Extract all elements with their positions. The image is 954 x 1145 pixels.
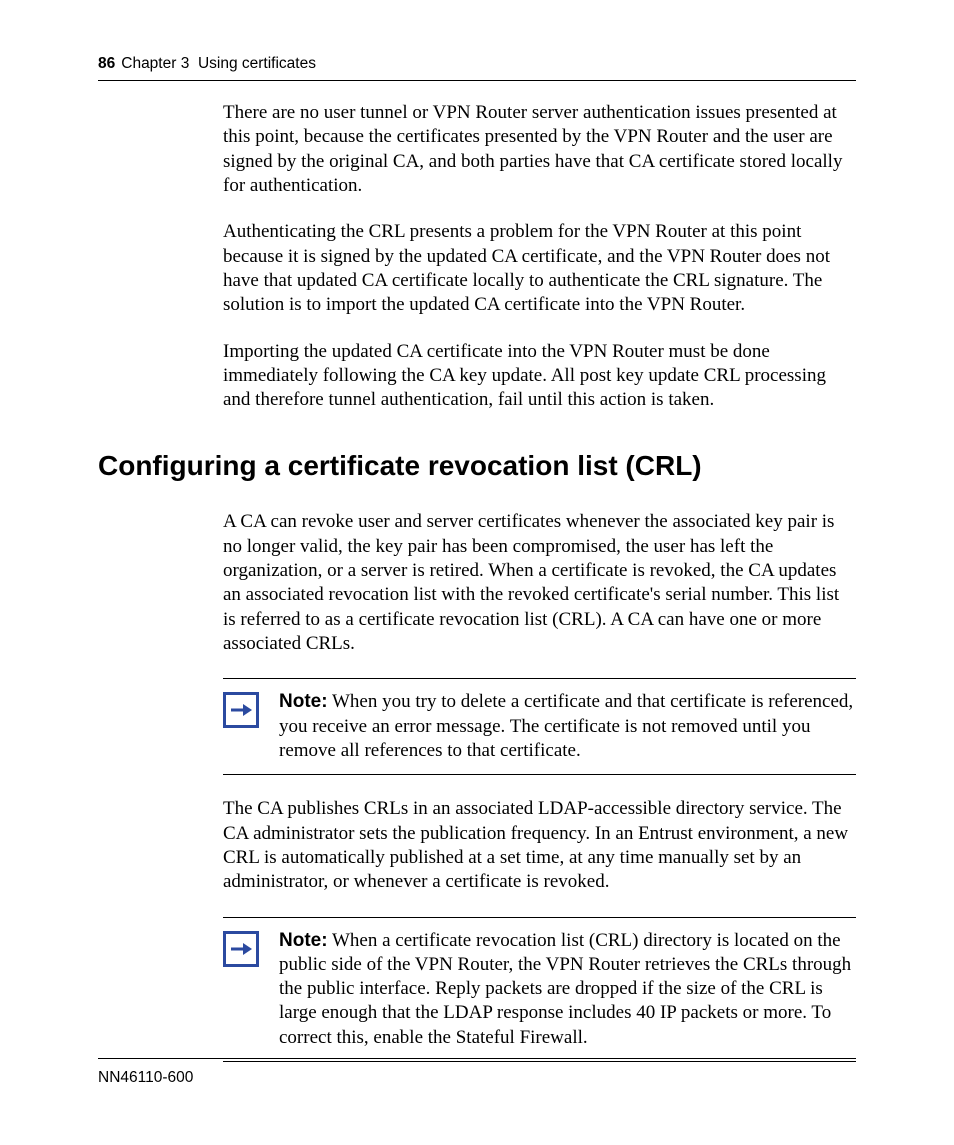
note-body: When you try to delete a certificate and…: [279, 691, 853, 761]
document-number: NN46110-600: [98, 1069, 193, 1086]
note-text: Note: When a certificate revocation list…: [279, 929, 856, 1051]
note-label: Note:: [279, 930, 328, 951]
section-heading: Configuring a certificate revocation lis…: [98, 450, 856, 482]
note-label: Note:: [279, 691, 328, 712]
section-block-2: The CA publishes CRLs in an associated L…: [223, 797, 856, 894]
chapter-title: Using certificates: [198, 55, 316, 73]
chapter-label: Chapter 3: [121, 55, 189, 73]
page-number: 86: [98, 55, 115, 73]
note-box: Note: When a certificate revocation list…: [223, 917, 856, 1063]
arrow-right-icon: [223, 931, 259, 967]
note-body: When a certificate revocation list (CRL)…: [279, 930, 851, 1048]
page-header: 86 Chapter 3 Using certificates: [98, 55, 856, 81]
arrow-right-icon: [223, 692, 259, 728]
paragraph: Importing the updated CA certificate int…: [223, 340, 856, 413]
paragraph: The CA publishes CRLs in an associated L…: [223, 797, 856, 894]
header-spacer: [189, 55, 198, 73]
intro-block: There are no user tunnel or VPN Router s…: [223, 101, 856, 412]
paragraph: A CA can revoke user and server certific…: [223, 510, 856, 656]
page-container: 86 Chapter 3 Using certificates There ar…: [0, 0, 954, 1145]
paragraph: There are no user tunnel or VPN Router s…: [223, 101, 856, 198]
note-box: Note: When you try to delete a certifica…: [223, 678, 856, 775]
note-text: Note: When you try to delete a certifica…: [279, 690, 856, 763]
paragraph: Authenticating the CRL presents a proble…: [223, 220, 856, 317]
page-content: There are no user tunnel or VPN Router s…: [98, 81, 856, 1062]
section-block: A CA can revoke user and server certific…: [223, 510, 856, 656]
page-footer: NN46110-600: [98, 1058, 856, 1087]
